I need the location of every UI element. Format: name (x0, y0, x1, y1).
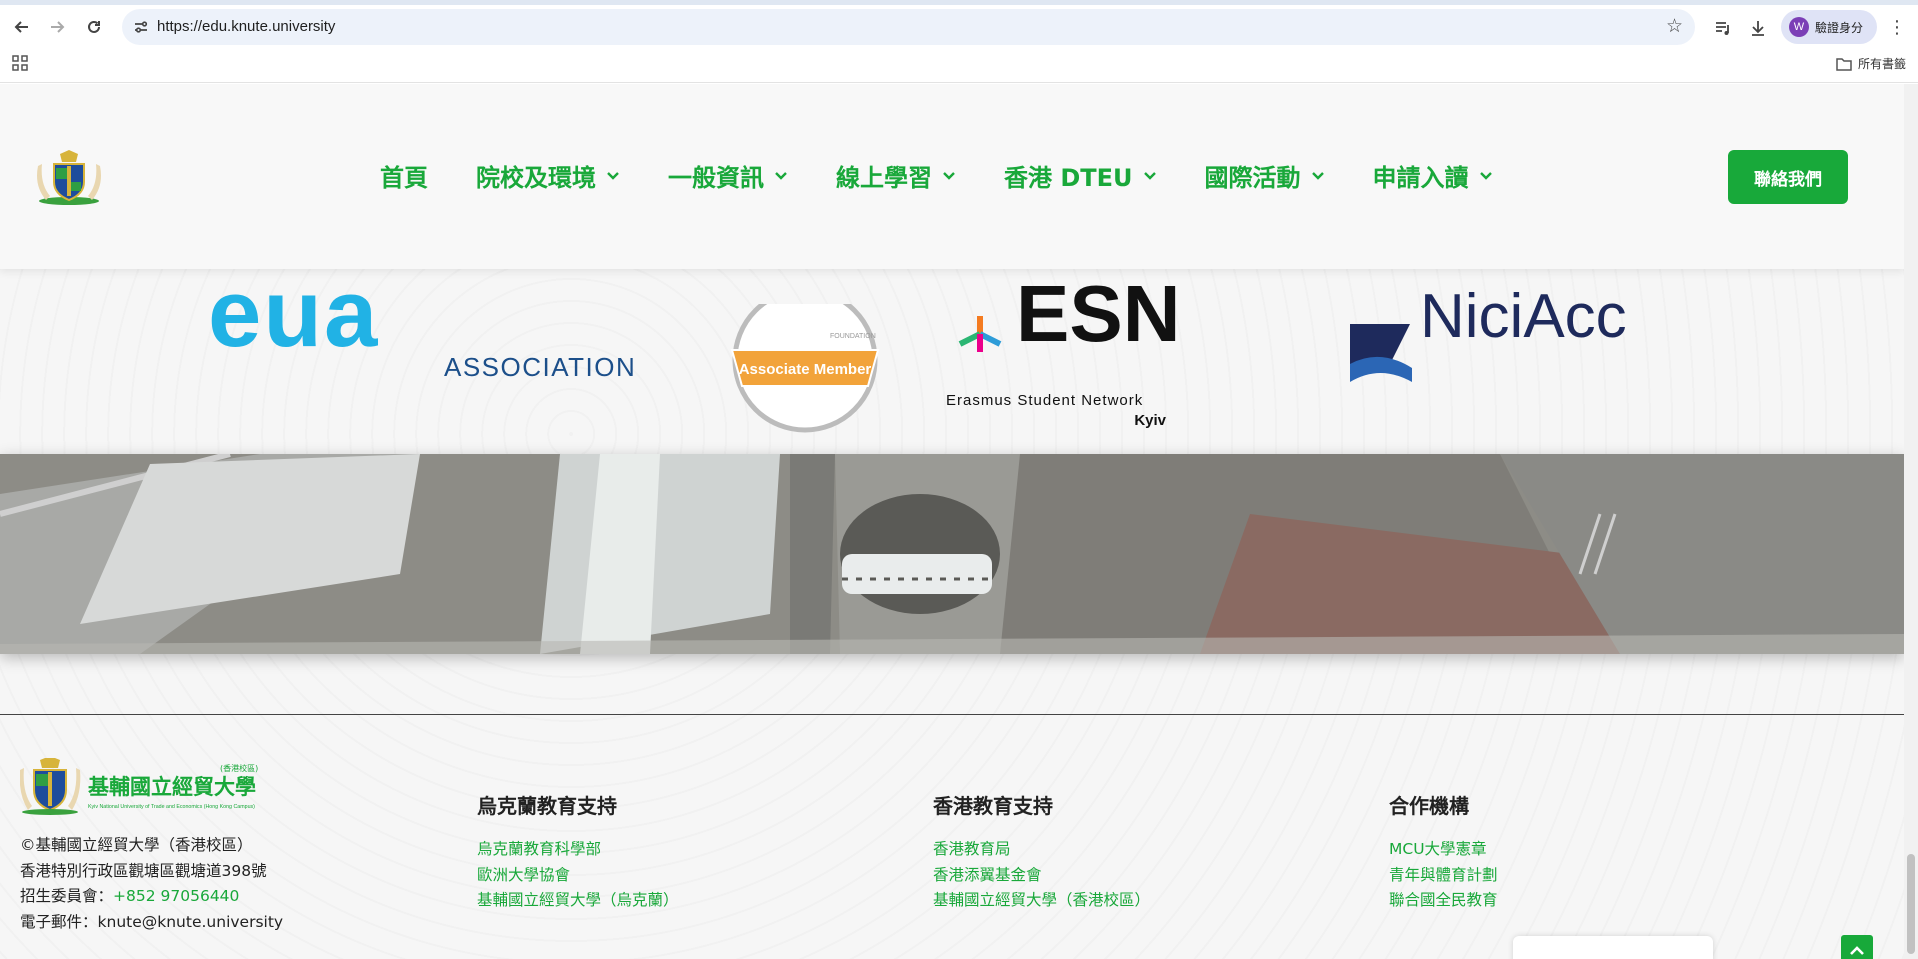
nav-label: 院校及環境 (476, 164, 596, 192)
footer-link[interactable]: 基輔國立經貿大學（烏克蘭） (477, 888, 679, 914)
all-bookmarks-button[interactable]: 所有書籤 (1836, 55, 1906, 72)
footer-divider (0, 714, 1904, 715)
copyright-text: ©基輔國立經貿大學（香港校區） (20, 836, 253, 854)
contact-us-button[interactable]: 聯絡我們 (1728, 150, 1848, 204)
logo-university-name: 基輔國立經貿大學 (88, 775, 256, 799)
forward-icon[interactable] (45, 15, 69, 39)
address-bar[interactable]: https://edu.knute.university ☆ (122, 9, 1695, 45)
chevron-down-icon (1143, 171, 1156, 180)
eua-logo[interactable]: eua (208, 266, 377, 364)
chevron-down-icon (1479, 171, 1492, 180)
egf-associate-badge[interactable]: FOUNDATION Associate Member (730, 287, 880, 434)
bookmarks-bar (0, 50, 1918, 83)
reload-icon[interactable] (82, 15, 106, 39)
back-icon[interactable] (10, 15, 34, 39)
nav-label: 線上學習 (836, 164, 932, 192)
chevron-up-icon (1850, 946, 1864, 955)
nav-international[interactable]: 國際活動 (1205, 158, 1325, 193)
avatar: W (1789, 17, 1809, 37)
browser-toolbar: https://edu.knute.university ☆ W 驗證身分 ⋮ (0, 5, 1918, 50)
egf-badge-text: Associate Member (739, 361, 872, 378)
esn-star-icon (958, 316, 1002, 352)
chevron-down-icon (943, 171, 955, 180)
footer-link[interactable]: 歐洲大學協會 (477, 863, 679, 889)
footer-column-partners: 合作機構 MCU大學憲章 青年與體育計劃 聯合國全民教育 (1389, 790, 1498, 914)
footer-column-hk-support: 香港教育支持 香港教育局 香港添翼基金會 基輔國立經貿大學（香港校區） (933, 790, 1150, 914)
all-bookmarks-label: 所有書籤 (1857, 57, 1906, 71)
admission-line: 招生委員會：+852 97056440 (20, 884, 283, 910)
university-footer-logo[interactable]: (香港校區) 基輔國立經貿大學 Kyiv National University… (20, 758, 264, 816)
footer-column-ukraine-support: 烏克蘭教育支持 烏克蘭教育科學部 歐洲大學協會 基輔國立經貿大學（烏克蘭） (477, 790, 679, 914)
nav-home[interactable]: 首頁 (380, 158, 428, 193)
footer-link[interactable]: 香港添翼基金會 (933, 863, 1150, 889)
scrollbar-thumb[interactable] (1907, 854, 1915, 954)
university-crest-logo[interactable] (36, 148, 102, 206)
nav-label: 首頁 (380, 164, 428, 192)
address-text: 香港特別行政區觀塘區觀塘道398號 (20, 861, 267, 880)
esn-wordmark: ESN (1016, 269, 1181, 358)
main-navigation: 首頁 院校及環境 一般資訊 線上學習 香港 DTEU 國際活動 申請入讀 (380, 158, 1541, 193)
chat-widget[interactable] (1513, 936, 1713, 959)
web-page: eua ASSOCIATION FOUNDATION Associate Mem… (0, 84, 1904, 959)
column-title: 烏克蘭教育支持 (477, 794, 617, 818)
esn-subtitle: Erasmus Student Network (946, 392, 1144, 409)
footer-link[interactable]: 青年與體育計劃 (1389, 863, 1498, 889)
nav-apply[interactable]: 申請入讀 (1373, 158, 1493, 193)
esn-kyiv-logo[interactable]: ESN Erasmus Student Network Kyiv (946, 274, 1181, 430)
nav-label: 香港 DTEU (1004, 164, 1133, 192)
nq-accreditation-logo[interactable]: NiciAcc (1350, 286, 1680, 384)
folder-icon (1836, 57, 1852, 71)
column-title: 香港教育支持 (933, 794, 1053, 818)
nq-flag-icon (1350, 324, 1412, 382)
site-settings-icon[interactable] (132, 18, 150, 36)
eua-logo-subtitle: ASSOCIATION (444, 352, 637, 382)
media-control-icon[interactable] (1712, 17, 1734, 39)
back-to-top-button[interactable] (1841, 935, 1873, 959)
download-icon[interactable] (1747, 17, 1769, 39)
nav-hk-dteu[interactable]: 香港 DTEU (1004, 158, 1157, 193)
nav-label: 一般資訊 (668, 164, 764, 192)
footer-link[interactable]: 香港教育局 (933, 837, 1150, 863)
nav-label: 申請入讀 (1372, 164, 1469, 192)
footer-link[interactable]: 基輔國立經貿大學（香港校區） (933, 888, 1150, 914)
footer-link[interactable]: MCU大學憲章 (1389, 837, 1498, 863)
nav-label: 國際活動 (1204, 164, 1301, 192)
email-link[interactable]: knute@knute.university (98, 913, 284, 931)
nav-online-learning[interactable]: 線上學習 (836, 158, 956, 193)
footer-link[interactable]: 聯合國全民教育 (1389, 888, 1498, 914)
contact-info: ©基輔國立經貿大學（香港校區） 香港特別行政區觀塘區觀塘道398號 招生委員會：… (20, 833, 283, 935)
logo-english-name: Kyiv National University of Trade and Ec… (88, 804, 255, 810)
nq-wordmark: NiciAcc (1420, 282, 1627, 351)
email-label: 電子郵件： (20, 912, 98, 931)
eua-logo-word: eua (208, 260, 380, 367)
nav-campus[interactable]: 院校及環境 (476, 158, 620, 193)
footer-link[interactable]: 烏克蘭教育科學部 (477, 837, 679, 863)
esn-city: Kyiv (1134, 412, 1166, 429)
chevron-down-icon (775, 171, 787, 180)
egf-foundation-text: FOUNDATION (830, 333, 876, 340)
bookmark-star-icon[interactable]: ☆ (1666, 15, 1683, 37)
profile-button[interactable]: W 驗證身分 (1781, 10, 1877, 44)
url-text[interactable]: https://edu.knute.university (157, 18, 335, 35)
campus-aerial-photo (0, 454, 1904, 654)
chevron-down-icon (1311, 171, 1324, 180)
column-title: 合作機構 (1389, 794, 1469, 818)
admission-label: 招生委員會： (20, 887, 114, 905)
apps-grid-icon[interactable] (12, 55, 28, 71)
nav-general-info[interactable]: 一般資訊 (668, 158, 788, 193)
browser-menu-icon[interactable]: ⋮ (1888, 17, 1906, 38)
admission-phone-link[interactable]: +852 97056440 (113, 887, 239, 905)
profile-label: 驗證身分 (1815, 20, 1864, 35)
page-scrollbar[interactable] (1904, 84, 1918, 959)
logo-campus-text: (香港校區) (220, 763, 258, 773)
chevron-down-icon (607, 171, 619, 180)
email-line: 電子郵件：knute@knute.university (20, 910, 283, 936)
site-header: 首頁 院校及環境 一般資訊 線上學習 香港 DTEU 國際活動 申請入讀 聯絡我… (0, 84, 1904, 269)
